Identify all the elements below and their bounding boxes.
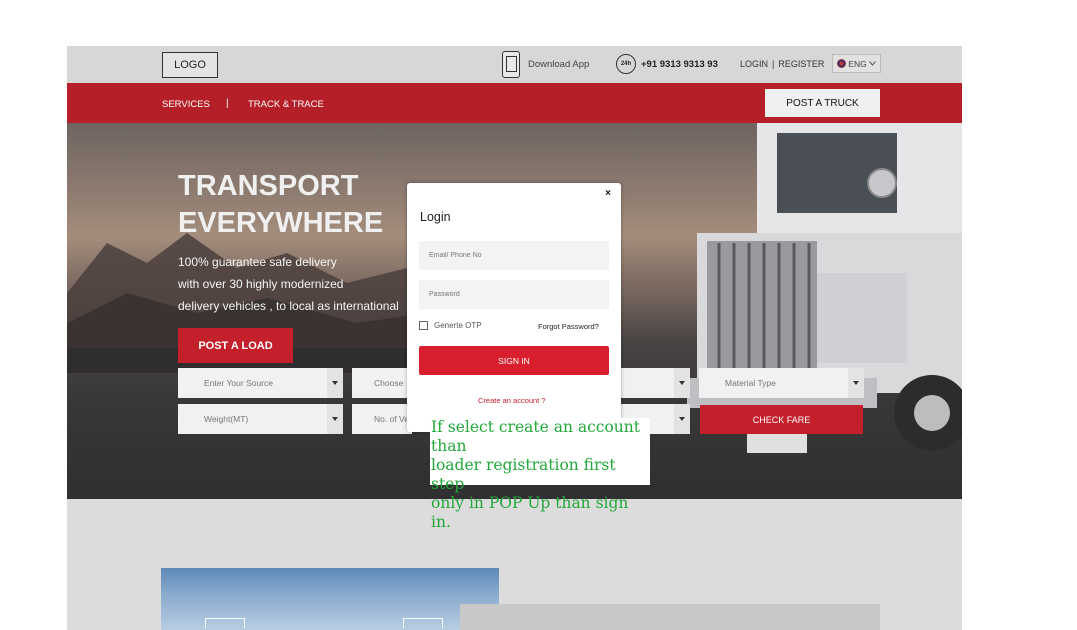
caret-down-icon [674,404,690,434]
forgot-password-link[interactable]: Forgot Password? [538,322,599,331]
password-input[interactable] [419,280,609,309]
download-app-label: Download App [528,59,590,70]
hero-title-line1: TRANSPORT [178,170,359,202]
destination-select[interactable] [612,368,690,398]
feature-image [161,568,499,630]
email-phone-input[interactable] [419,241,609,270]
chevron-down-icon [868,61,876,66]
annotation-line2: loader registration first step [431,456,616,493]
language-selector[interactable]: ENG [832,54,881,73]
top-bar: LOGO Download App 24h +91 9313 9313 93 L… [67,46,962,83]
logo[interactable]: LOGO [162,52,218,78]
image-frame-corner [403,618,443,628]
post-truck-button[interactable]: POST A TRUCK [765,89,880,117]
hero-text-line3: delivery vehicles , to local as internat… [178,299,399,313]
uk-flag-icon [837,59,847,68]
material-type-label: Material Type [725,378,776,388]
close-icon[interactable]: × [605,188,611,199]
annotation-note: If select create an account than loader … [430,418,650,531]
post-load-button[interactable]: POST A LOAD [178,328,293,363]
choose-select[interactable]: Choose [352,368,412,398]
support-24h-icon: 24h [616,54,636,74]
caret-down-icon [327,368,343,398]
hero-title: TRANSPORT EVERYWHERE [178,168,383,242]
login-modal: × Login Generte OTP Forgot Password? SIG… [407,183,621,432]
generate-otp-label: Generte OTP [434,321,482,330]
mobile-phone-icon [502,51,520,78]
hero-text-line1: 100% guarantee safe delivery [178,255,337,269]
language-label: ENG [848,58,867,69]
nav-track-trace[interactable]: TRACK & TRACE [248,99,324,110]
auth-separator: | [772,59,775,69]
caret-down-icon [327,404,343,434]
image-frame-corner [205,618,245,628]
truck-illustration [687,123,962,453]
source-select[interactable]: Enter Your Source [178,368,343,398]
annotation-line1: If select create an account than [431,418,640,455]
auth-links: LOGIN | REGISTER [740,59,824,69]
feature-panel [460,604,880,630]
nav-separator: | [226,98,229,109]
weight-select-label: Weight(MT) [204,414,249,424]
helpline: 24h +91 9313 9313 93 [616,54,718,74]
phone-number: +91 9313 9313 93 [641,58,718,70]
nav-bar: SERVICES | TRACK & TRACE POST A TRUCK [67,83,962,123]
login-link[interactable]: LOGIN [740,59,768,69]
hero-title-line2: EVERYWHERE [178,207,384,239]
choose-select-label: Choose [374,378,404,388]
material-type-select[interactable]: Material Type [699,368,864,398]
download-app-link[interactable]: Download App [502,51,589,78]
generate-otp-row: Generte OTP [419,321,482,330]
hero-text-line2: with over 30 highly modernized [178,277,344,291]
nav-services[interactable]: SERVICES [162,99,210,110]
annotation-line3: only in POP Up than sign in. [431,494,629,531]
register-link[interactable]: REGISTER [778,59,824,69]
caret-down-icon [848,368,864,398]
weight-select[interactable]: Weight(MT) [178,404,343,434]
generate-otp-checkbox[interactable] [419,321,428,330]
caret-down-icon [674,368,690,398]
vehicles-select-label: No. of Ve [374,414,409,424]
check-fare-button[interactable]: CHECK FARE [700,405,863,434]
sign-in-button[interactable]: SIGN IN [419,346,609,375]
create-account-link[interactable]: Create an account ? [478,396,546,405]
vehicles-select[interactable]: No. of Ve [352,404,412,434]
modal-title: Login [420,210,451,224]
source-select-label: Enter Your Source [204,378,273,388]
